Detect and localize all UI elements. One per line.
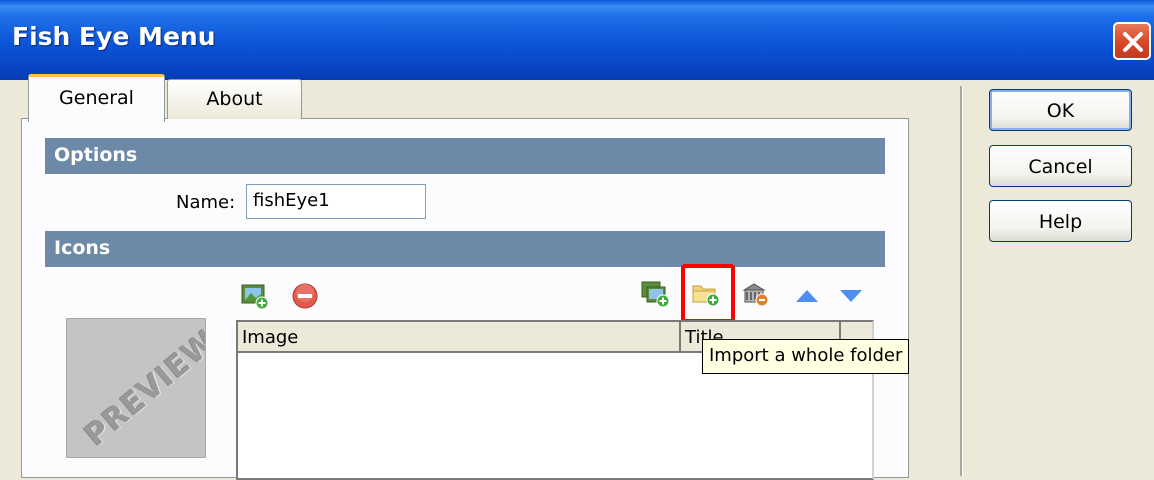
name-input[interactable]: fishEye1 [246, 184, 426, 219]
name-label: Name: [176, 192, 236, 213]
icons-header: Icons [45, 231, 885, 267]
tab-about[interactable]: About [167, 79, 302, 119]
vertical-divider [960, 86, 963, 476]
move-up-icon[interactable] [792, 282, 822, 310]
title-bar[interactable]: Fish Eye Menu [0, 0, 1154, 80]
options-header: Options [45, 138, 885, 174]
ok-button[interactable]: OK [989, 89, 1132, 131]
help-button[interactable]: Help [989, 200, 1132, 242]
remove-icon[interactable] [291, 282, 321, 310]
tooltip: Import a whole folder [702, 339, 910, 374]
cancel-button[interactable]: Cancel [989, 145, 1132, 187]
browse-icon[interactable] [741, 280, 771, 308]
add-image-icon[interactable] [240, 282, 270, 310]
close-icon [1123, 32, 1143, 52]
import-images-icon[interactable] [641, 280, 671, 308]
close-button[interactable] [1113, 22, 1151, 60]
highlight-box [681, 264, 735, 323]
tab-general[interactable]: General [28, 74, 165, 122]
window-title: Fish Eye Menu [12, 22, 216, 51]
preview-image: PREVIEW [66, 318, 206, 458]
column-header-image[interactable]: Image [238, 322, 681, 353]
move-down-icon[interactable] [836, 282, 866, 310]
preview-watermark: PREVIEW [78, 323, 206, 454]
